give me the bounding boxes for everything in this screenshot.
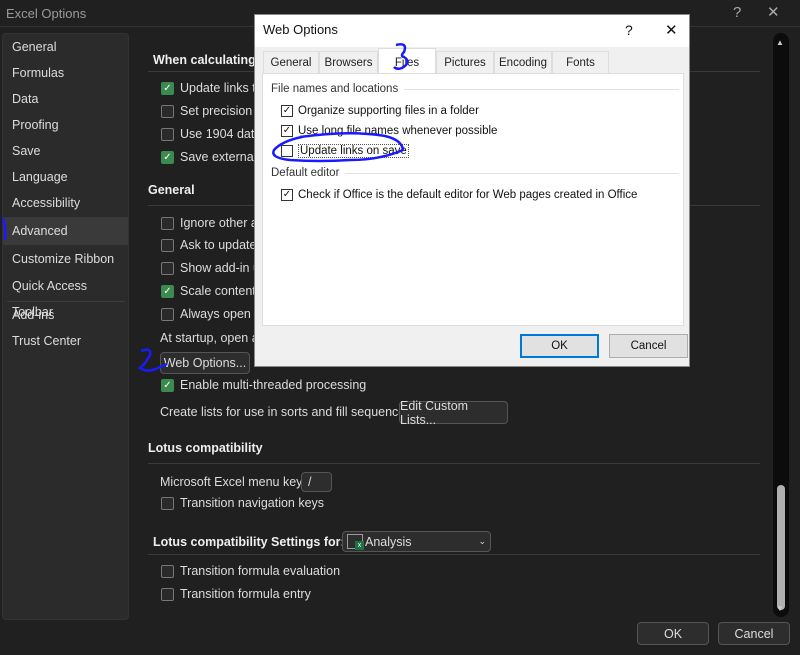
annotation-number-3 bbox=[393, 43, 409, 71]
pen-annotations bbox=[1, 43, 409, 372]
annotation-mark-advanced bbox=[1, 217, 7, 241]
annotation-number-2 bbox=[137, 348, 168, 372]
annotation-circle bbox=[272, 132, 405, 163]
